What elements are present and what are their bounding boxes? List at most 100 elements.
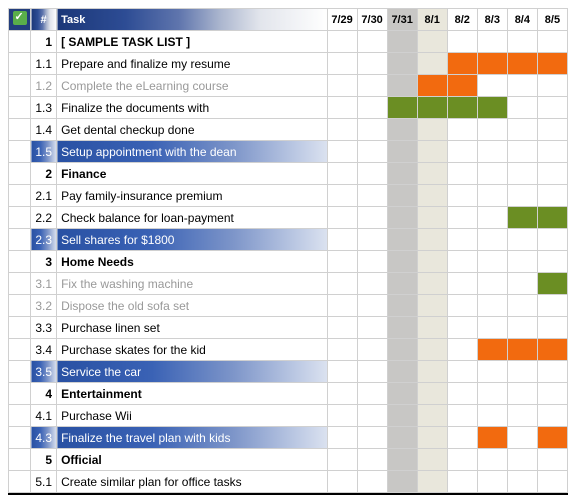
row-check-cell[interactable] [9, 295, 31, 317]
gantt-cell[interactable] [417, 97, 447, 119]
row-check-cell[interactable] [9, 405, 31, 427]
gantt-cell[interactable] [327, 449, 357, 471]
gantt-cell[interactable] [327, 317, 357, 339]
gantt-cell[interactable] [417, 273, 447, 295]
gantt-cell[interactable] [507, 163, 537, 185]
gantt-cell[interactable] [327, 405, 357, 427]
gantt-cell[interactable] [327, 273, 357, 295]
gantt-cell[interactable] [507, 383, 537, 405]
row-task[interactable]: Finance [57, 163, 327, 185]
gantt-cell[interactable] [417, 339, 447, 361]
row-task[interactable]: Complete the eLearning course [57, 75, 327, 97]
row-check-cell[interactable] [9, 449, 31, 471]
gantt-cell[interactable] [327, 163, 357, 185]
table-row[interactable]: 1[ SAMPLE TASK LIST ] [9, 31, 568, 53]
gantt-cell[interactable] [447, 163, 477, 185]
gantt-cell[interactable] [447, 119, 477, 141]
gantt-cell[interactable] [327, 207, 357, 229]
row-task[interactable]: Dispose the old sofa set [57, 295, 327, 317]
gantt-cell[interactable] [447, 383, 477, 405]
gantt-cell[interactable] [387, 383, 417, 405]
row-check-cell[interactable] [9, 97, 31, 119]
gantt-cell[interactable] [537, 273, 567, 295]
gantt-cell[interactable] [387, 119, 417, 141]
gantt-cell[interactable] [417, 449, 447, 471]
gantt-cell[interactable] [357, 361, 387, 383]
gantt-cell[interactable] [417, 185, 447, 207]
gantt-cell[interactable] [417, 207, 447, 229]
gantt-cell[interactable] [537, 383, 567, 405]
gantt-cell[interactable] [357, 97, 387, 119]
table-row[interactable]: 5Official [9, 449, 568, 471]
gantt-cell[interactable] [447, 295, 477, 317]
gantt-cell[interactable] [327, 75, 357, 97]
gantt-cell[interactable] [507, 97, 537, 119]
gantt-cell[interactable] [387, 141, 417, 163]
row-task[interactable]: Entertainment [57, 383, 327, 405]
row-task[interactable]: Fix the washing machine [57, 273, 327, 295]
row-task[interactable]: Setup appointment with the dean [57, 141, 327, 163]
gantt-cell[interactable] [327, 141, 357, 163]
gantt-cell[interactable] [387, 471, 417, 493]
gantt-cell[interactable] [477, 449, 507, 471]
gantt-cell[interactable] [327, 251, 357, 273]
gantt-cell[interactable] [387, 427, 417, 449]
gantt-cell[interactable] [327, 229, 357, 251]
gantt-cell[interactable] [357, 339, 387, 361]
gantt-cell[interactable] [507, 339, 537, 361]
gantt-cell[interactable] [507, 229, 537, 251]
table-row[interactable]: 3Home Needs [9, 251, 568, 273]
gantt-cell[interactable] [357, 141, 387, 163]
gantt-cell[interactable] [507, 31, 537, 53]
table-row[interactable]: 2Finance [9, 163, 568, 185]
gantt-cell[interactable] [537, 31, 567, 53]
row-task[interactable]: Service the car [57, 361, 327, 383]
gantt-cell[interactable] [507, 53, 537, 75]
table-row[interactable]: 4.1Purchase Wii [9, 405, 568, 427]
gantt-cell[interactable] [387, 273, 417, 295]
gantt-cell[interactable] [537, 75, 567, 97]
gantt-cell[interactable] [537, 163, 567, 185]
gantt-cell[interactable] [477, 141, 507, 163]
gantt-cell[interactable] [477, 317, 507, 339]
gantt-cell[interactable] [537, 471, 567, 493]
table-row[interactable]: 3.1Fix the washing machine [9, 273, 568, 295]
gantt-cell[interactable] [387, 185, 417, 207]
table-row[interactable]: 2.1Pay family-insurance premium [9, 185, 568, 207]
row-task[interactable]: Finalize the travel plan with kids [57, 427, 327, 449]
row-task[interactable]: Check balance for loan-payment [57, 207, 327, 229]
gantt-cell[interactable] [417, 471, 447, 493]
gantt-cell[interactable] [327, 427, 357, 449]
gantt-cell[interactable] [417, 383, 447, 405]
row-check-cell[interactable] [9, 251, 31, 273]
row-check-cell[interactable] [9, 163, 31, 185]
gantt-cell[interactable] [537, 119, 567, 141]
gantt-cell[interactable] [477, 251, 507, 273]
gantt-cell[interactable] [507, 119, 537, 141]
gantt-cell[interactable] [507, 273, 537, 295]
row-check-cell[interactable] [9, 383, 31, 405]
gantt-cell[interactable] [357, 207, 387, 229]
gantt-cell[interactable] [477, 471, 507, 493]
gantt-cell[interactable] [357, 405, 387, 427]
gantt-cell[interactable] [477, 185, 507, 207]
gantt-cell[interactable] [507, 141, 537, 163]
table-row[interactable]: 5.1Create similar plan for office tasks [9, 471, 568, 493]
row-check-cell[interactable] [9, 427, 31, 449]
gantt-cell[interactable] [447, 471, 477, 493]
row-task[interactable]: [ SAMPLE TASK LIST ] [57, 31, 327, 53]
gantt-cell[interactable] [327, 119, 357, 141]
table-row[interactable]: 1.2Complete the eLearning course [9, 75, 568, 97]
gantt-cell[interactable] [537, 229, 567, 251]
gantt-cell[interactable] [537, 97, 567, 119]
gantt-cell[interactable] [477, 339, 507, 361]
gantt-cell[interactable] [537, 53, 567, 75]
gantt-cell[interactable] [417, 31, 447, 53]
gantt-cell[interactable] [447, 339, 477, 361]
gantt-cell[interactable] [447, 141, 477, 163]
gantt-cell[interactable] [327, 339, 357, 361]
row-task[interactable]: Pay family-insurance premium [57, 185, 327, 207]
gantt-cell[interactable] [477, 53, 507, 75]
gantt-cell[interactable] [417, 361, 447, 383]
row-check-cell[interactable] [9, 471, 31, 493]
